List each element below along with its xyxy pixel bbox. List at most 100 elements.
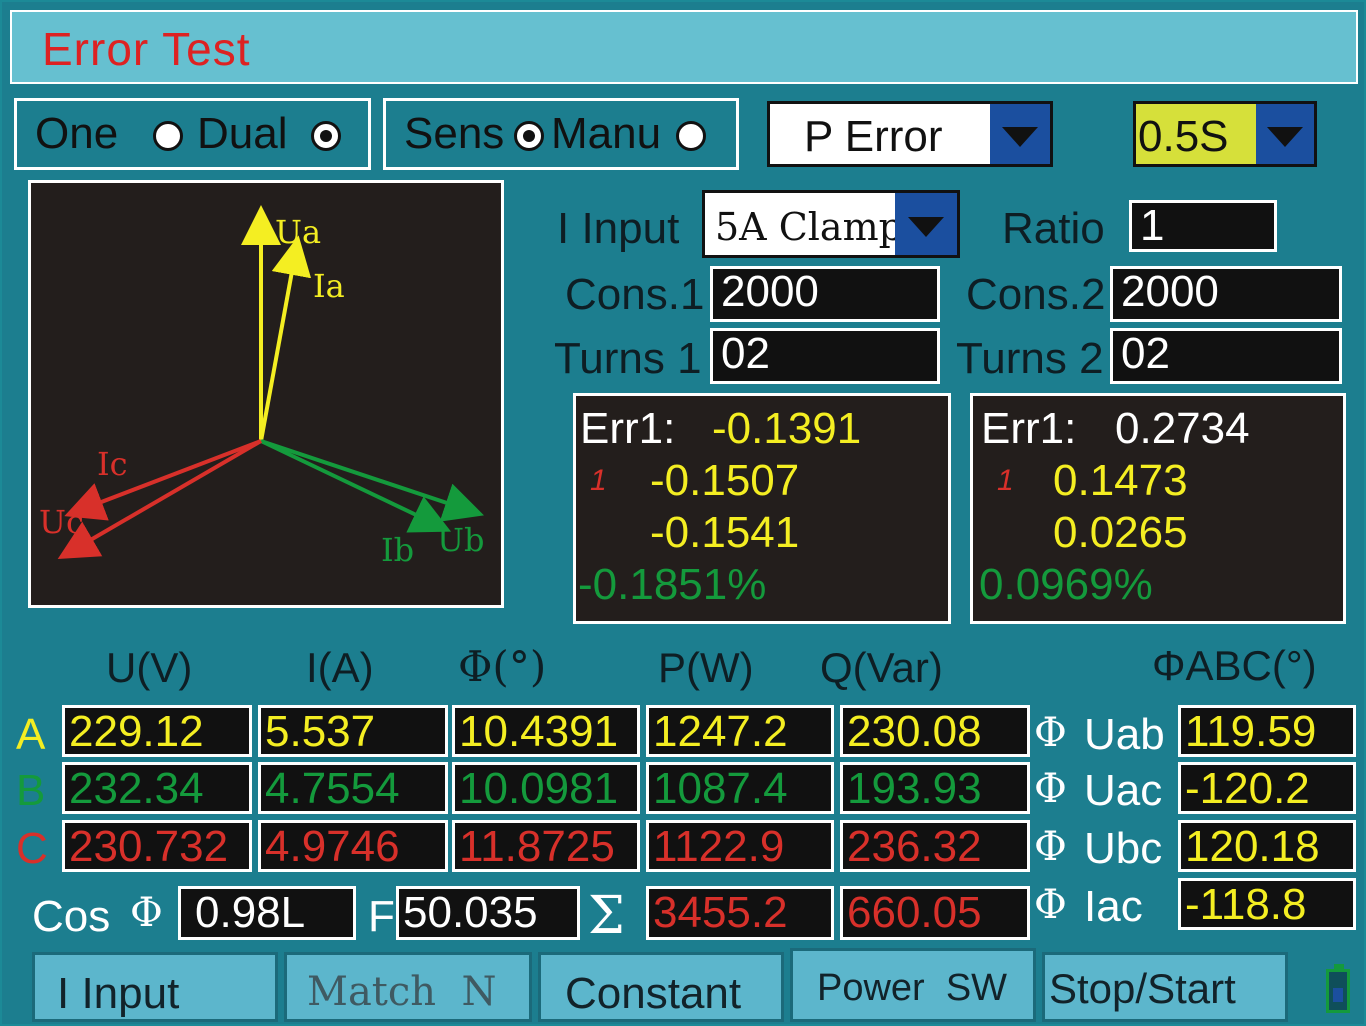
source-selector: Sens Manu [383,98,739,170]
phi-symbol: Φ [1034,766,1067,812]
error-result-left: Err1: -0.1391 1 -0.1507 -0.1541 -0.1851% [573,393,951,624]
stop-start-button[interactable]: Stop/Start [1042,952,1288,1022]
ia-label: Ia [313,267,345,305]
battery-icon [1324,964,1354,1016]
table-cell: 230.732 [62,820,252,872]
accuracy-class-dropdown[interactable]: 0.5S [1133,101,1317,167]
ua-label: Ua [275,213,321,251]
phase-angle-uac-value: -120.2 [1178,762,1356,814]
phase-angle-ubc-value: 120.18 [1178,820,1356,872]
turns1-label: Turns 1 [554,334,702,383]
err-left-value: -0.1391 [712,404,862,453]
turns1-field[interactable]: 02 [710,328,940,384]
input-value: 5A Clamp [715,205,903,249]
error-result-right: Err1: 0.2734 1 0.1473 0.0265 0.0969% [970,393,1346,624]
input-dropdown[interactable]: 5A Clamp [702,190,960,258]
table-cell: 232.34 [62,762,252,814]
i-input-button[interactable]: I Input [32,952,278,1022]
error-type-dropdown[interactable]: P Error [767,101,1053,167]
table-cell: 193.93 [840,762,1030,814]
phi-symbol: Φ [1034,710,1067,756]
cosphi-value: 0.98L [178,886,356,940]
total-active-power: 3455.2 [646,886,834,940]
table-cell: 230.08 [840,705,1030,757]
phase-angle-iac-value: -118.8 [1178,878,1356,930]
ic-label: Ic [97,445,128,483]
err-left-reading-1: -0.1507 [650,456,800,505]
input-label: I Input [557,204,680,253]
header-active-power: P(W) [658,644,754,691]
page-title: Error Test [42,23,251,75]
table-cell: 229.12 [62,705,252,757]
header-phase-angle: Φ(°) [458,642,547,691]
table-cell: 4.9746 [258,820,448,872]
source-sens-label: Sens [404,109,505,158]
mode-one-radio[interactable] [153,121,183,151]
phase-angle-ubc-label: Ubc [1084,824,1163,873]
title-bar: Error Test [10,10,1358,84]
ratio-field[interactable]: 1 [1129,200,1277,252]
table-cell: 10.0981 [452,762,640,814]
turns2-field[interactable]: 02 [1110,328,1342,384]
mode-dual-radio[interactable] [311,121,341,151]
err-left-label: Err1: [580,404,676,453]
match-n-button[interactable]: Match N [284,952,532,1022]
source-manu-radio[interactable] [676,121,706,151]
sum-icon: Σ [588,886,625,946]
phase-angle-uac-label: Uac [1084,766,1163,815]
cons1-field[interactable]: 2000 [710,266,940,322]
phase-b-label: B [16,766,46,815]
err-left-marker: 1 [590,464,607,497]
ib-vector [260,439,452,533]
constant-button-label: Constant [565,969,742,1018]
err-left-reading-2: -0.1541 [650,508,800,557]
phase-angle-uab-value: 119.59 [1178,705,1356,757]
ub-label: Ub [437,521,484,559]
header-voltage: U(V) [106,644,193,691]
ia-vector [259,235,312,442]
cons2-label: Cons.2 [966,270,1106,319]
mode-one-label: One [35,109,119,158]
table-cell: 4.7554 [258,762,448,814]
power-sw-button[interactable]: Power SW [790,948,1036,1022]
err-right-marker: 1 [997,464,1014,497]
chevron-down-icon[interactable] [990,104,1050,164]
cons2-field[interactable]: 2000 [1110,266,1342,322]
table-cell: 1087.4 [646,762,834,814]
chevron-down-icon[interactable] [1256,104,1314,164]
turns2-label: Turns 2 [956,334,1104,383]
cosphi-label: Cos [32,892,111,941]
err-right-reading-2: 0.0265 [1053,508,1188,557]
match-n-button-label: Match N [307,969,497,1015]
err-right-total: 0.0969% [979,560,1153,609]
header-current: I(A) [306,644,374,691]
table-cell: 1247.2 [646,705,834,757]
mode-dual-label: Dual [197,109,288,158]
app-window: Error Test One Dual Sens Manu P Error 0.… [0,0,1366,1026]
ratio-label: Ratio [1002,204,1105,253]
error-type-value: P Error [804,112,943,161]
stop-start-button-label: Stop/Start [1049,965,1236,1012]
phi-symbol: Φ [1034,824,1067,870]
accuracy-class-value: 0.5S [1138,112,1229,161]
err-right-reading-1: 0.1473 [1053,456,1188,505]
source-sens-radio[interactable] [514,121,544,151]
table-cell: 11.8725 [452,820,640,872]
uc-label: Uc [39,503,84,541]
power-sw-button-label: Power SW [817,967,1008,1009]
phase-angle-uab-label: Uab [1084,710,1165,759]
constant-button[interactable]: Constant [538,952,784,1022]
phi-symbol: Φ [130,890,163,936]
i-input-button-label: I Input [57,969,180,1018]
ub-vector [260,439,484,522]
table-cell: 10.4391 [452,705,640,757]
total-reactive-power: 660.05 [840,886,1030,940]
phi-symbol: Φ [1034,882,1067,928]
err-right-label: Err1: [981,404,1077,453]
mode-selector: One Dual [14,98,371,170]
frequency-value: 50.035 [396,886,580,940]
err-left-total: -0.1851% [578,560,767,609]
chevron-down-icon[interactable] [895,193,957,255]
source-manu-label: Manu [551,109,662,158]
vector-diagram: Ua Ia Ic Uc Ib Ub [28,180,504,608]
